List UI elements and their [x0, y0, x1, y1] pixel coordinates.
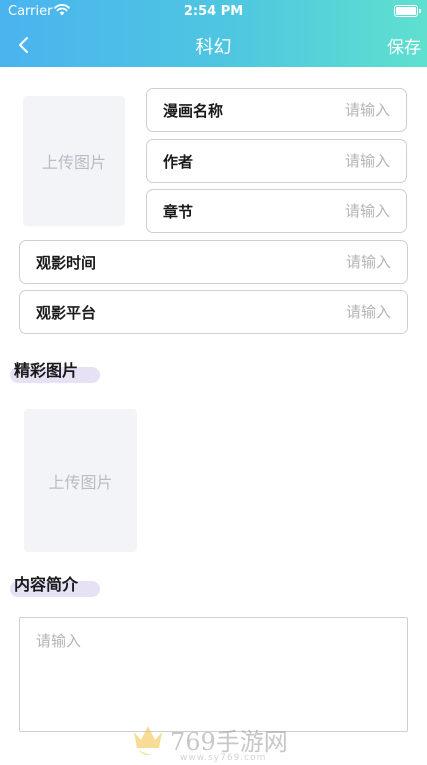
watermark-url: www.sy769.com — [180, 753, 267, 763]
save-button[interactable]: 保存 — [387, 33, 421, 58]
field-label: 观影时间 — [36, 253, 97, 272]
intro-section-title: 内容简介 — [10, 571, 100, 597]
field-label: 章节 — [163, 202, 194, 221]
watch-platform-input[interactable] — [281, 303, 391, 321]
app-header: Carrier 2:54 PM 科幻 保存 — [0, 0, 427, 67]
status-bar: Carrier 2:54 PM — [0, 0, 427, 22]
page-title: 科幻 — [195, 37, 232, 58]
battery-icon — [394, 5, 421, 17]
section-title-text: 精彩图片 — [14, 361, 79, 380]
field-label: 漫画名称 — [163, 101, 224, 120]
field-chapter[interactable]: 章节 — [146, 189, 407, 233]
field-label: 观影平台 — [36, 303, 97, 322]
comic-name-input[interactable] — [280, 101, 390, 119]
nav-bar: 科幻 保存 — [0, 22, 427, 67]
cover-upload-label: 上传图片 — [41, 153, 106, 172]
author-input[interactable] — [280, 152, 390, 170]
crown-logo-icon — [134, 726, 162, 755]
cover-upload-button[interactable]: 上传图片 — [23, 96, 125, 226]
gallery-upload-button[interactable]: 上传图片 — [24, 409, 137, 552]
chapter-input[interactable] — [280, 202, 390, 220]
clock: 2:54 PM — [183, 4, 244, 19]
gallery-section-title: 精彩图片 — [10, 357, 100, 383]
section-title-text: 内容简介 — [14, 575, 79, 594]
watch-time-input[interactable] — [281, 253, 391, 271]
field-watch-platform[interactable]: 观影平台 — [19, 290, 408, 334]
intro-textarea[interactable] — [19, 617, 408, 732]
field-label: 作者 — [163, 152, 194, 171]
gallery-upload-label: 上传图片 — [48, 472, 113, 492]
field-watch-time[interactable]: 观影时间 — [19, 240, 408, 284]
field-author[interactable]: 作者 — [146, 139, 407, 183]
watermark-text: 769手游网 — [170, 728, 288, 756]
watermark: 769手游网 www.sy769.com — [130, 720, 310, 765]
field-comic-name[interactable]: 漫画名称 — [146, 88, 407, 132]
